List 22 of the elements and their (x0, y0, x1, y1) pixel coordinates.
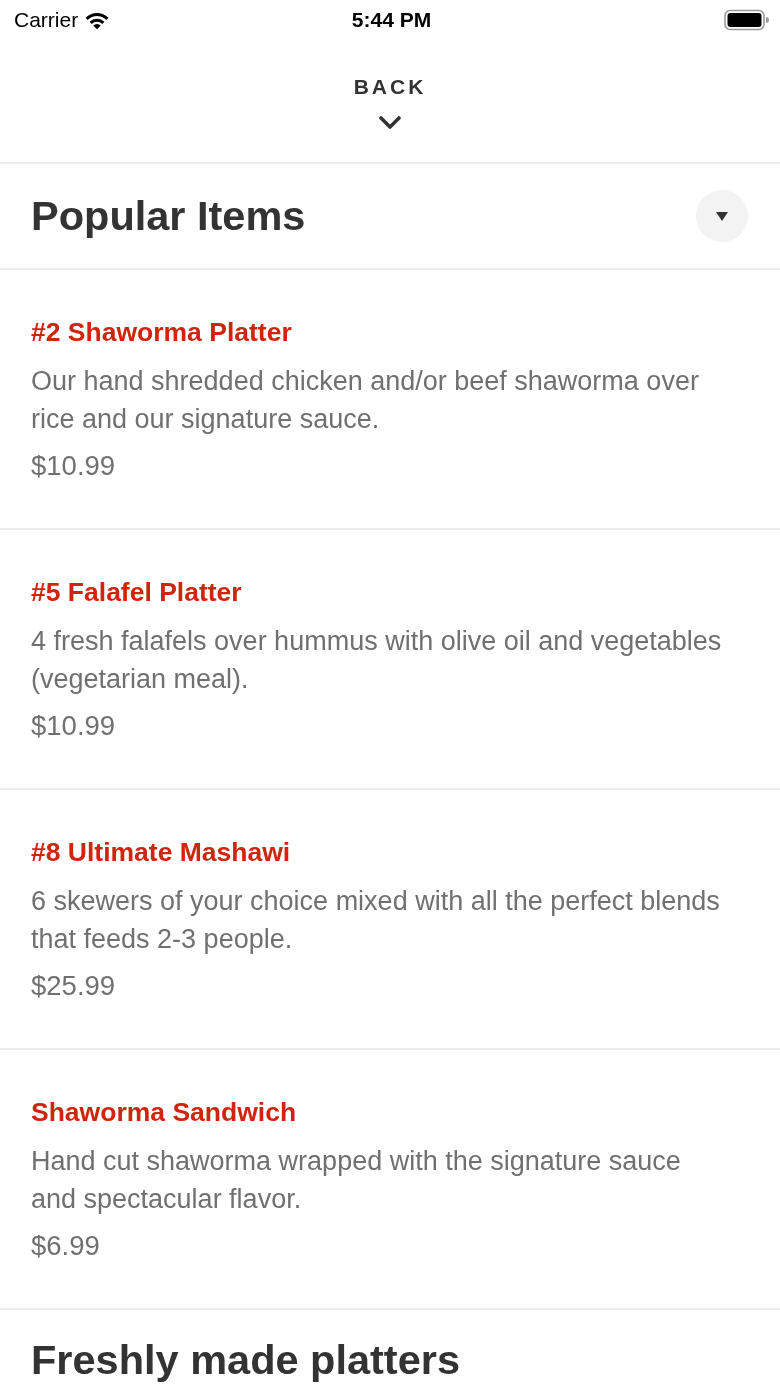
menu-item-price: $6.99 (31, 1229, 100, 1263)
battery-icon (724, 9, 769, 31)
menu-item-description: Hand cut shaworma wrapped with the signature sauce and spectacular flavor. (31, 1145, 682, 1216)
section-title: Popular Items (31, 192, 306, 240)
menu-item-price: $25.99 (31, 969, 116, 1003)
status-time: 5:44 PM (351, 8, 432, 32)
menu-item-name[interactable]: Shaworma Sandwich (31, 1096, 297, 1128)
menu-item-name[interactable]: #8 Ultimate Mashawi (31, 836, 291, 868)
menu-item-description: 4 fresh falafels over hummus with olive oil and vegetables (vegetarian meal). (31, 625, 723, 696)
menu-item-description: 6 skewers of your choice mixed with all the perfect blends that feeds 2-3 people. (31, 885, 721, 956)
menu-item-price: $10.99 (31, 709, 116, 743)
menu-item-name[interactable]: #2 Shaworma Platter (31, 316, 292, 348)
back-button[interactable]: BACK (353, 74, 427, 130)
menu-item-description: Our hand shredded chicken and/or beef shaworma over rice and our signature sauce. (31, 365, 700, 436)
menu-item-name[interactable]: #5 Falafel Platter (31, 576, 242, 608)
caret-down-icon (716, 211, 728, 221)
carrier-name: Carrier (14, 8, 79, 32)
wifi-icon (84, 10, 111, 30)
menu-item-price: $10.99 (31, 449, 116, 483)
section-toggle-button[interactable] (696, 190, 748, 242)
chevron-down-icon (379, 116, 401, 130)
section-title: Freshly made platters (31, 1336, 460, 1384)
